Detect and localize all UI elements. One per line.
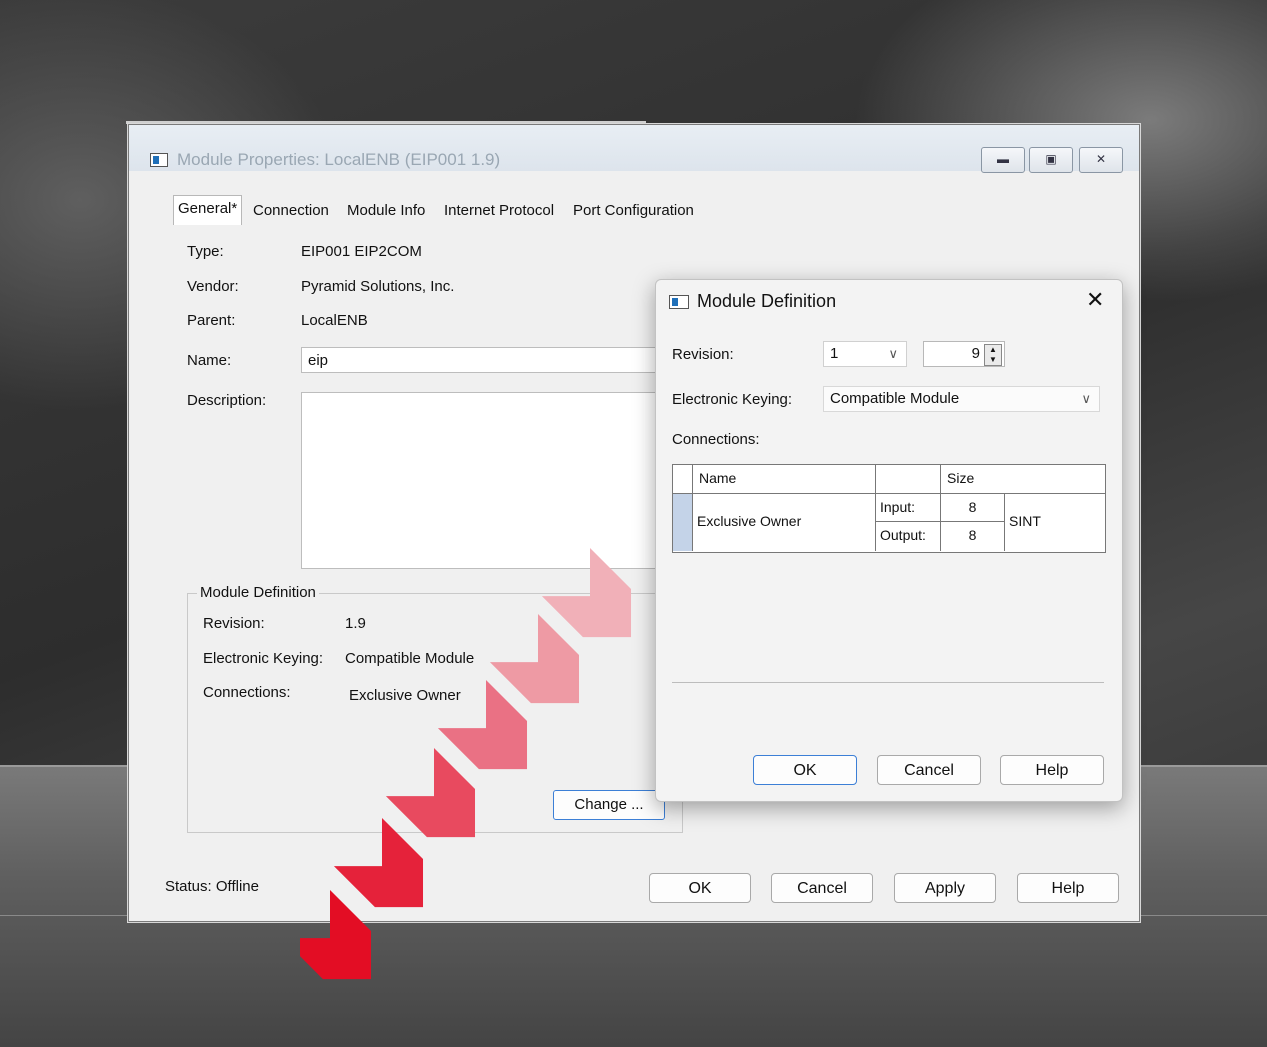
revision-minor-value: 9 <box>971 345 980 362</box>
tab-port-configuration[interactable]: Port Configuration <box>573 198 694 224</box>
dialog-revision-label: Revision: <box>672 346 734 363</box>
revision-major-select[interactable]: 1 ∨ <box>823 341 907 367</box>
window-title: Module Properties: LocalENB (EIP001 1.9) <box>177 150 501 169</box>
parent-label: Parent: <box>187 312 236 329</box>
status-label: Status: <box>165 878 212 895</box>
cancel-button[interactable]: Cancel <box>771 873 873 903</box>
dialog-title: Module Definition <box>697 291 837 311</box>
name-input[interactable]: eip <box>301 347 661 373</box>
chevron-arrows-decoration <box>300 548 632 980</box>
tab-connection[interactable]: Connection <box>253 198 329 224</box>
revision-major-value: 1 <box>830 345 839 362</box>
vendor-value: Pyramid Solutions, Inc. <box>301 278 455 295</box>
table-header-blank <box>876 465 941 494</box>
tab-module-info[interactable]: Module Info <box>347 198 425 224</box>
electronic-keying-value: Compatible Module <box>830 390 960 407</box>
table-cell-input-size[interactable]: 8 <box>941 494 1005 522</box>
tab-internet-protocol[interactable]: Internet Protocol <box>444 198 554 224</box>
restore-button[interactable]: ▣ <box>1029 147 1073 173</box>
table-header-size: Size <box>941 465 1105 494</box>
table-header-corner <box>673 465 693 494</box>
vendor-label: Vendor: <box>187 278 239 295</box>
table-cell-type: SINT <box>1009 513 1041 529</box>
md-revision-label: Revision: <box>203 615 265 632</box>
electronic-keying-select[interactable]: Compatible Module ∨ <box>823 386 1100 412</box>
help-button[interactable]: Help <box>1017 873 1119 903</box>
title-bar[interactable]: Module Properties: LocalENB (EIP001 1.9)… <box>129 125 1139 173</box>
dialog-keying-label: Electronic Keying: <box>672 391 793 408</box>
type-value: EIP001 EIP2COM <box>301 243 422 260</box>
revision-minor-spinner[interactable]: 9 ▲ ▼ <box>923 341 1005 367</box>
apply-button[interactable]: Apply <box>894 873 996 903</box>
dialog-ok-button[interactable]: OK <box>753 755 857 785</box>
table-cell-input-label: Input: <box>876 494 941 522</box>
md-connections-label: Connections: <box>203 684 291 701</box>
close-button[interactable]: ✕ <box>1079 147 1123 173</box>
dialog-window-icon <box>669 295 689 309</box>
name-label: Name: <box>187 352 232 369</box>
dialog-cancel-button[interactable]: Cancel <box>877 755 981 785</box>
app-window-icon <box>150 153 168 167</box>
spinner-arrows-icon[interactable]: ▲ ▼ <box>984 344 1002 366</box>
chevron-down-icon: ∨ <box>888 346 898 361</box>
table-cell-output-label: Output: <box>876 522 941 551</box>
status-text: Status: Offline <box>165 878 259 895</box>
tab-general[interactable]: General* <box>173 195 243 225</box>
table-cell-output-size[interactable]: 8 <box>941 522 1005 551</box>
type-label: Type: <box>187 243 224 260</box>
parent-value: LocalENB <box>301 312 368 329</box>
dialog-connections-label: Connections: <box>672 431 760 448</box>
minimize-button[interactable]: ▬ <box>981 147 1025 173</box>
description-label: Description: <box>187 392 267 409</box>
chevron-down-icon: ∨ <box>1081 391 1091 406</box>
status-value: Offline <box>215 878 259 895</box>
table-header-name: Name <box>693 465 876 494</box>
dialog-close-icon[interactable]: ✕ <box>1086 288 1104 312</box>
dialog-help-button[interactable]: Help <box>1000 755 1104 785</box>
